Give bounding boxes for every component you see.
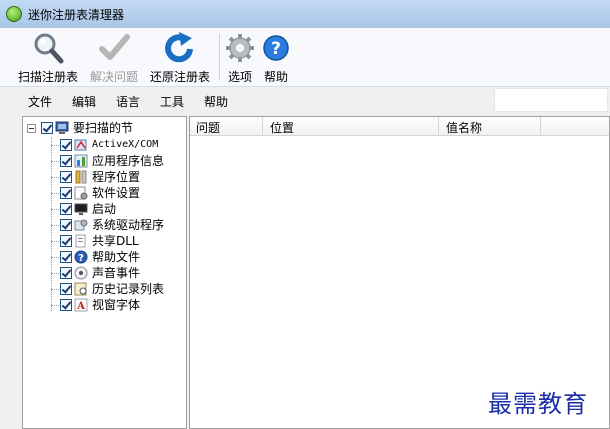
tree-item-label: 共享DLL	[92, 234, 139, 248]
app-logo-icon	[6, 6, 22, 22]
tree-item-checkbox[interactable]	[60, 267, 72, 279]
tree-item[interactable]: 系统驱动程序	[23, 217, 183, 233]
menu-bar: 文件 编辑 语言 工具 帮助	[0, 87, 610, 114]
tree-item-checkbox[interactable]	[60, 219, 72, 231]
tree-item-label: 视窗字体	[92, 298, 141, 312]
tree-item[interactable]: 历史记录列表	[23, 281, 183, 297]
tree-connector-line	[51, 225, 59, 226]
root-checkbox[interactable]	[41, 122, 53, 134]
tree-item-checkbox[interactable]	[60, 203, 72, 215]
svg-text:A: A	[76, 301, 85, 312]
column-value-name[interactable]: 值名称	[446, 119, 482, 136]
shared-dll-icon	[74, 234, 88, 248]
tree-item-checkbox[interactable]	[60, 139, 72, 151]
tree-item[interactable]: 软件设置	[23, 185, 183, 201]
app-info-icon	[74, 154, 88, 168]
sound-events-icon	[74, 266, 88, 280]
tree-item-label: ActiveX/COM	[92, 139, 159, 150]
title-bar: 迷你注册表清理器	[0, 0, 610, 29]
tree-item-label: 声音事件	[92, 266, 141, 280]
tree-item-label: 系统驱动程序	[92, 218, 165, 232]
window-title: 迷你注册表清理器	[28, 8, 125, 22]
problems-list: 问题 位置 值名称	[189, 116, 610, 429]
tree-item[interactable]: ? 帮助文件	[23, 249, 183, 265]
tree-item-checkbox[interactable]	[60, 299, 72, 311]
menu-edit[interactable]: 编辑	[72, 93, 96, 110]
tree-item-checkbox[interactable]	[60, 251, 72, 263]
sections-tree: 要扫描的节 ActiveX/COM 应用程序信息 程序位置软件设置启动系统驱动程序共…	[22, 116, 187, 429]
system-drivers-icon	[74, 218, 88, 232]
tree-item-label: 历史记录列表	[92, 282, 165, 296]
tree-item-checkbox[interactable]	[60, 171, 72, 183]
tree-connector-line	[51, 145, 59, 146]
search-box[interactable]	[494, 88, 608, 112]
column-divider[interactable]	[438, 117, 439, 135]
tree-item-checkbox[interactable]	[60, 283, 72, 295]
tree-item[interactable]: 启动	[23, 201, 183, 217]
help-icon: ?	[262, 31, 290, 65]
tree-connector-line	[51, 177, 59, 178]
tree-item-label: 程序位置	[92, 170, 141, 184]
watermark-text: 最需教育	[488, 390, 588, 418]
svg-text:?: ?	[78, 253, 84, 264]
tree-connector-line	[51, 305, 59, 306]
software-settings-icon	[74, 186, 88, 200]
restore-registry-button[interactable]: 还原注册表	[148, 31, 212, 84]
menu-help[interactable]: 帮助	[204, 93, 228, 110]
computer-icon	[55, 121, 69, 135]
tree-item[interactable]: A 视窗字体	[23, 297, 183, 313]
tree-connector-line	[51, 161, 59, 162]
tree-item[interactable]: 程序位置	[23, 169, 183, 185]
refresh-icon	[162, 31, 198, 65]
scan-registry-button[interactable]: 扫描注册表	[16, 31, 80, 84]
tree-item[interactable]: ActiveX/COM	[23, 137, 183, 153]
tree-item-checkbox[interactable]	[60, 187, 72, 199]
tree-connector-line	[51, 209, 59, 210]
help-files-icon: ?	[74, 250, 88, 264]
activex-icon	[74, 138, 88, 152]
tree-item-label: 应用程序信息	[92, 154, 165, 168]
tree-item[interactable]: 应用程序信息	[23, 153, 183, 169]
tree-connector-line	[51, 193, 59, 194]
column-divider[interactable]	[540, 117, 541, 135]
options-button[interactable]: 选项	[224, 31, 256, 84]
tree-item-checkbox[interactable]	[60, 235, 72, 247]
list-header: 问题 位置 值名称	[190, 117, 609, 136]
column-divider[interactable]	[262, 117, 263, 135]
tree-item[interactable]: 声音事件	[23, 265, 183, 281]
tree-connector-line	[51, 257, 59, 258]
column-location[interactable]: 位置	[270, 119, 294, 136]
gear-icon	[224, 31, 256, 65]
windows-fonts-icon: A	[74, 298, 88, 312]
tree-connector-line	[51, 273, 59, 274]
fix-problems-button[interactable]: 解决问题	[86, 31, 142, 84]
tree-item[interactable]: 共享DLL	[23, 233, 183, 249]
menu-file[interactable]: 文件	[28, 93, 52, 110]
toolbar: 扫描注册表 解决问题 还原注册表 选项 ? 帮助	[0, 28, 610, 87]
toolbar-separator	[219, 34, 220, 80]
history-list-icon	[74, 282, 88, 296]
tree-item-label: 帮助文件	[92, 250, 141, 264]
program-location-icon	[74, 170, 88, 184]
svg-text:?: ?	[271, 39, 281, 59]
tree-item-label: 启动	[92, 202, 117, 216]
menu-language[interactable]: 语言	[116, 93, 140, 110]
collapse-icon[interactable]	[27, 124, 36, 133]
tree-connector-line	[51, 289, 59, 290]
startup-icon	[74, 202, 88, 216]
checkmark-icon	[96, 31, 132, 65]
menu-tools[interactable]: 工具	[160, 93, 184, 110]
tree-connector-line	[51, 241, 59, 242]
help-button[interactable]: ? 帮助	[262, 31, 290, 84]
magnifier-icon	[30, 31, 66, 65]
tree-item-checkbox[interactable]	[60, 155, 72, 167]
tree-root-label: 要扫描的节	[73, 121, 134, 135]
column-problem[interactable]: 问题	[196, 119, 220, 136]
tree-item-label: 软件设置	[92, 186, 141, 200]
